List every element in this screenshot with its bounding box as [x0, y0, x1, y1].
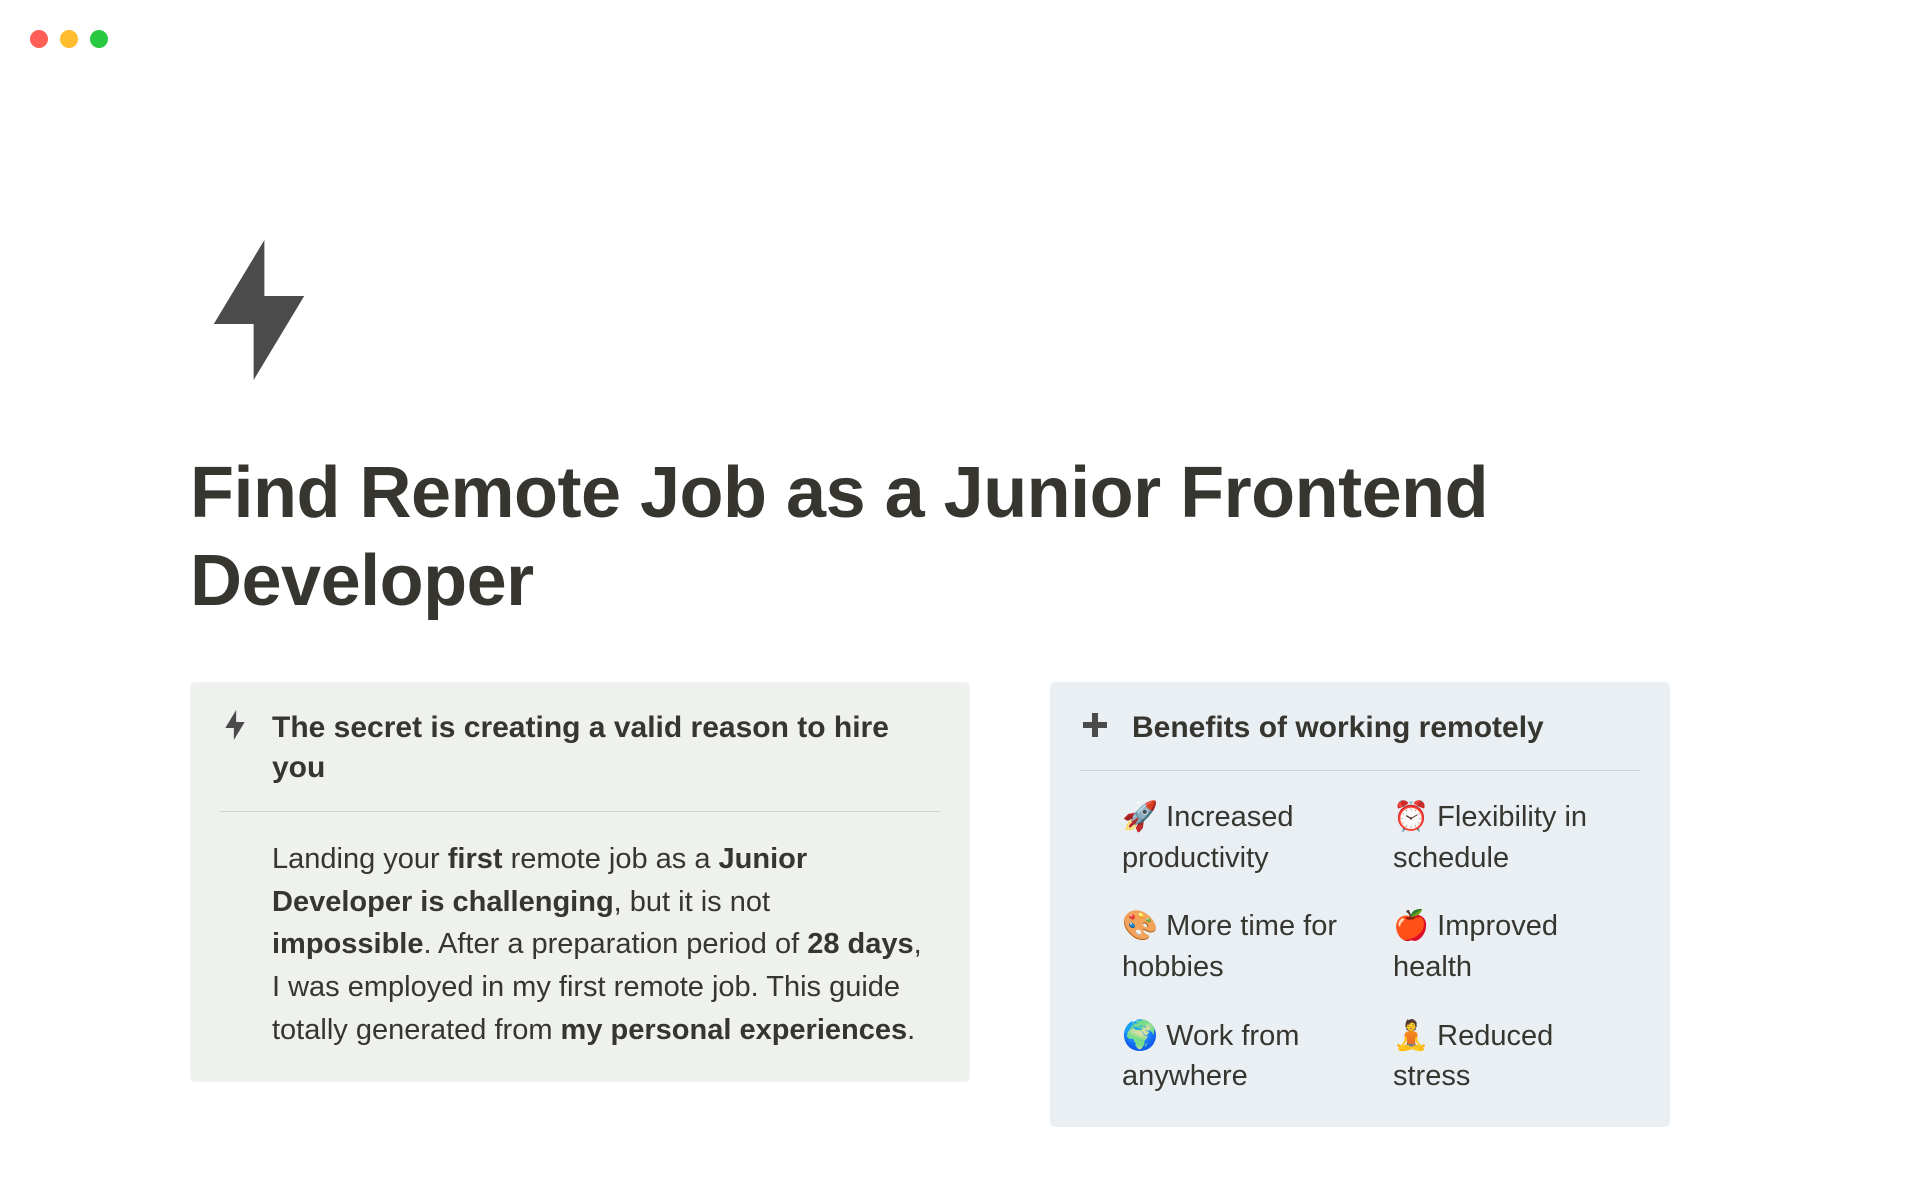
bottom-fade: [0, 1140, 1920, 1200]
benefit-item: 🌍 Work from anywhere: [1122, 1016, 1363, 1097]
page-content: Find Remote Job as a Junior Frontend Dev…: [190, 240, 1820, 1127]
secret-callout: The secret is creating a valid reason to…: [190, 682, 970, 1083]
benefit-item: 🚀 Increased productivity: [1122, 797, 1363, 878]
secret-heading: The secret is creating a valid reason to…: [272, 708, 940, 789]
plus-icon: [1080, 708, 1110, 740]
benefit-item: 🎨 More time for hobbies: [1122, 906, 1363, 987]
close-window-button[interactable]: [30, 30, 48, 48]
minimize-window-button[interactable]: [60, 30, 78, 48]
benefits-callout: Benefits of working remotely 🚀 Increased…: [1050, 682, 1670, 1127]
page-title: Find Remote Job as a Junior Frontend Dev…: [190, 450, 1820, 626]
window-traffic-lights: [30, 30, 108, 48]
bolt-icon: [220, 708, 250, 740]
bolt-icon: [204, 240, 1820, 380]
benefits-heading: Benefits of working remotely: [1132, 708, 1544, 749]
page-icon[interactable]: [204, 240, 1820, 380]
benefit-item: 🧘 Reduced stress: [1393, 1016, 1634, 1097]
benefit-item: ⏰ Flexibility in schedule: [1393, 797, 1634, 878]
benefits-grid: 🚀 Increased productivity ⏰ Flexibility i…: [1080, 797, 1640, 1097]
benefit-item: 🍎 Improved health: [1393, 906, 1634, 987]
secret-body: Landing your first remote job as a Junio…: [220, 838, 940, 1053]
zoom-window-button[interactable]: [90, 30, 108, 48]
